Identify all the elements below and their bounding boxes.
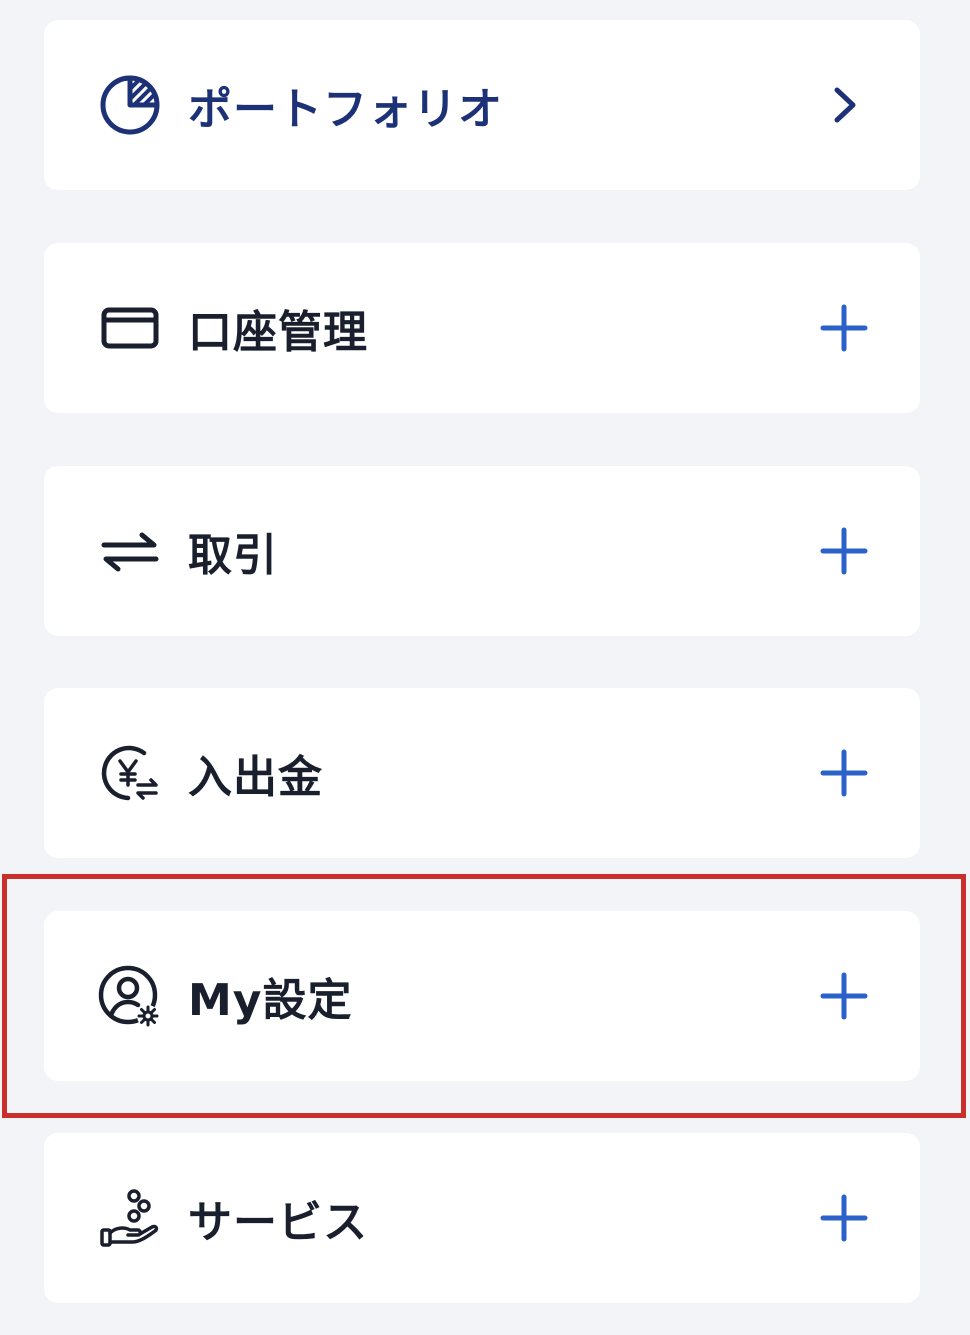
menu-item-trading[interactable]: 取引 (44, 466, 920, 636)
menu-item-account-management[interactable]: 口座管理 (44, 243, 920, 413)
plus-icon[interactable] (816, 523, 872, 579)
swap-arrows-icon (98, 519, 162, 583)
menu-item-label: My設定 (188, 975, 353, 1026)
hand-coins-icon (98, 1186, 162, 1250)
menu-item-portfolio[interactable]: ポートフォリオ (44, 20, 920, 190)
menu-item-label: 口座管理 (188, 307, 368, 358)
card-icon (98, 296, 162, 360)
menu-item-label: ポートフォリオ (188, 84, 503, 135)
plus-icon[interactable] (816, 300, 872, 356)
menu-item-label: 入出金 (188, 752, 323, 803)
menu-item-deposit-withdrawal[interactable]: 入出金 (44, 688, 920, 858)
menu-item-label: 取引 (188, 530, 278, 581)
plus-icon[interactable] (816, 745, 872, 801)
yen-exchange-icon (98, 741, 162, 805)
menu-item-services[interactable]: サービス (44, 1133, 920, 1303)
menu-item-label: サービス (188, 1197, 368, 1248)
user-settings-icon (98, 964, 162, 1028)
menu-item-my-settings[interactable]: My設定 (44, 911, 920, 1081)
plus-icon[interactable] (816, 968, 872, 1024)
chevron-right-icon[interactable] (816, 77, 872, 133)
plus-icon[interactable] (816, 1190, 872, 1246)
pie-chart-icon (98, 73, 162, 137)
